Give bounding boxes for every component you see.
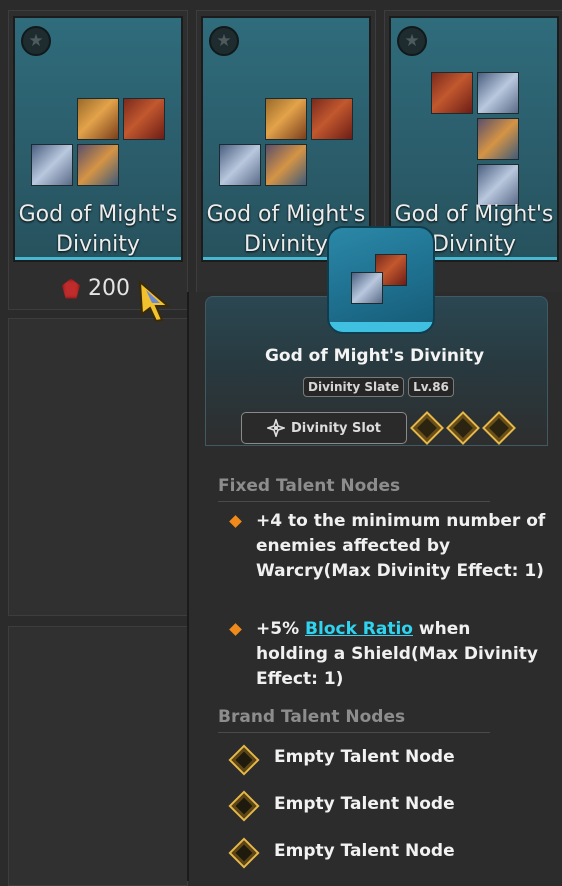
divinity-slot-icon: [266, 419, 285, 437]
section-divider: [218, 501, 490, 502]
slate-tile: [477, 72, 519, 114]
card-price: 200: [62, 276, 130, 301]
price-amount: 200: [88, 276, 130, 301]
cursor-icon: [138, 280, 171, 322]
slate-tile: [219, 144, 261, 186]
block-ratio-link[interactable]: Block Ratio: [305, 619, 413, 639]
slate-tile: [311, 98, 353, 140]
red-crystal-icon: [62, 278, 80, 299]
slate-tile: [265, 144, 307, 186]
talent-text-prefix: +5%: [256, 619, 306, 639]
empty-grid-cell[interactable]: [8, 318, 188, 616]
fixed-talent-header: Fixed Talent Nodes: [218, 476, 401, 496]
slate-tile: [265, 98, 307, 140]
slate-tile: [477, 118, 519, 160]
brand-talent-node: Empty Talent Node: [274, 794, 455, 814]
empty-grid-cell[interactable]: [8, 626, 188, 886]
slate-tile: [77, 144, 119, 186]
tooltip-tags: Divinity Slate Lv.86: [303, 377, 454, 397]
slate-tile: [77, 98, 119, 140]
slate-tile: [123, 98, 165, 140]
divinity-slot-label: Divinity Slot: [290, 420, 382, 436]
brand-talent-node: Empty Talent Node: [274, 841, 455, 861]
brand-talent-node: Empty Talent Node: [274, 747, 455, 767]
tooltip-title: God of Might's Divinity: [264, 346, 485, 366]
fixed-talent-node: +5% Block Ratio when holding a Shield(Ma…: [256, 617, 546, 692]
favorite-star-icon[interactable]: ★: [397, 26, 427, 56]
brand-talent-header: Brand Talent Nodes: [218, 707, 406, 727]
slate-tile: [351, 272, 383, 304]
favorite-star-icon[interactable]: ★: [209, 26, 239, 56]
card-name: God of Might's Divinity: [18, 202, 178, 257]
divinity-card[interactable]: ★ God of Might's Divinity: [13, 16, 183, 262]
item-type-tag: Divinity Slate: [303, 377, 405, 397]
slate-tile: [31, 144, 73, 186]
divinity-slate-icon: [327, 226, 435, 334]
fixed-talent-node: +4 to the minimum number of enemies affe…: [256, 511, 546, 581]
section-divider: [218, 732, 490, 733]
item-level-tag: Lv.86: [408, 377, 454, 397]
divinity-slot-badge: Divinity Slot: [241, 412, 407, 444]
favorite-star-icon[interactable]: ★: [21, 26, 51, 56]
slate-tile: [431, 72, 473, 114]
